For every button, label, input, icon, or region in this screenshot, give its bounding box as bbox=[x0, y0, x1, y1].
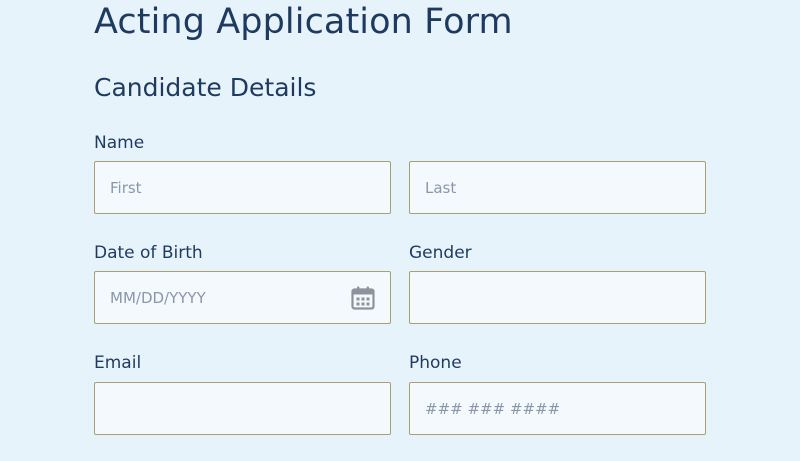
section-title: Candidate Details bbox=[94, 73, 317, 102]
gender-input[interactable] bbox=[409, 271, 706, 324]
phone-label: Phone bbox=[409, 353, 462, 373]
date-of-birth-input[interactable] bbox=[94, 271, 391, 324]
name-label: Name bbox=[94, 133, 145, 153]
last-name-input[interactable] bbox=[409, 161, 706, 214]
date-of-birth-label: Date of Birth bbox=[94, 243, 203, 263]
phone-input[interactable] bbox=[409, 382, 706, 435]
form-title: Acting Application Form bbox=[94, 2, 513, 42]
date-of-birth-field bbox=[94, 271, 391, 324]
calendar-icon[interactable] bbox=[351, 286, 375, 310]
email-input[interactable] bbox=[94, 382, 391, 435]
gender-label: Gender bbox=[409, 243, 472, 263]
email-label: Email bbox=[94, 353, 142, 373]
first-name-input[interactable] bbox=[94, 161, 391, 214]
